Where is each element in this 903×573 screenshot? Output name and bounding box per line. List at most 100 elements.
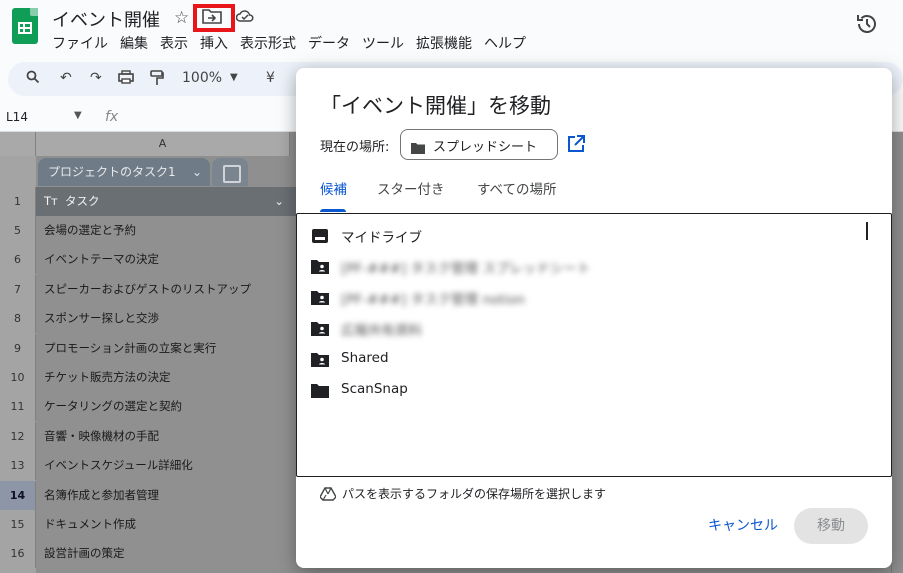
row-number[interactable]: 8 <box>0 304 36 334</box>
table-row: 9 プロモーション計画の立案と実行 <box>0 333 296 363</box>
folder-list: マイドライブ [PF-###] タスク管理 スプレッドシート [PF-###] タス… <box>296 213 892 477</box>
row-number[interactable]: 14 <box>0 480 36 510</box>
row-number[interactable]: 11 <box>0 392 36 422</box>
cancel-button[interactable]: キャンセル <box>696 508 790 544</box>
folder-icon <box>311 383 329 399</box>
row-number[interactable]: 9 <box>0 333 36 363</box>
star-icon[interactable]: ☆ <box>174 8 189 28</box>
undo-icon[interactable]: ↶ <box>60 70 72 86</box>
folder-list-item[interactable]: 広報共有資料 <box>297 313 891 344</box>
move-button[interactable]: 移動 <box>794 508 868 544</box>
table-row: 14 名簿作成と参加者管理 <box>0 480 296 510</box>
menu-edit[interactable]: 編集 <box>120 33 148 53</box>
folder-name: マイドライブ <box>341 230 422 246</box>
table-menu-caret-icon[interactable]: ⌄ <box>192 158 202 186</box>
tab-all-locations[interactable]: すべての場所 <box>477 178 557 198</box>
task-column-header[interactable]: Tт タスク ⌄ <box>36 187 296 216</box>
table-row: 11 ケータリングの選定と契約 <box>0 392 296 422</box>
table-row: 12 音響・映像機材の手配 <box>0 421 296 451</box>
table-row: 7 スピーカーおよびゲストのリストアップ <box>0 274 296 304</box>
row-number[interactable]: 6 <box>0 245 36 275</box>
menu-bar: ファイル 編集 表示 挿入 表示形式 データ ツール 拡張機能 ヘルプ <box>52 33 538 53</box>
task-cell[interactable]: ケータリングの選定と契約 <box>36 392 296 422</box>
task-cell[interactable]: プロモーション計画の立案と実行 <box>36 333 296 363</box>
table-row: 16 設営計画の策定 <box>0 539 296 569</box>
text-type-icon: Tт <box>44 194 58 208</box>
row-number[interactable]: 1 <box>0 187 36 216</box>
task-cell[interactable]: スピーカーおよびゲストのリストアップ <box>36 274 296 304</box>
menu-data[interactable]: データ <box>308 33 350 53</box>
tab-starred[interactable]: スター付き <box>377 178 445 198</box>
row-number[interactable]: 13 <box>0 451 36 481</box>
menu-insert[interactable]: 挿入 <box>200 33 228 53</box>
menu-help[interactable]: ヘルプ <box>484 33 526 53</box>
cloud-status-icon[interactable] <box>235 8 254 28</box>
sheets-header: イベント開催 ☆ ファイル 編集 表示 挿入 表示形式 データ ツール 拡張機能… <box>0 0 903 60</box>
search-menus-icon[interactable] <box>26 70 40 88</box>
folder-name: ScanSnap <box>341 381 408 397</box>
open-in-new-icon[interactable] <box>566 134 586 158</box>
list-scrollbar[interactable] <box>866 222 868 240</box>
version-history-icon[interactable] <box>855 12 879 36</box>
table-name-tab[interactable]: プロジェクトのタスク1 ⌄ <box>38 158 210 186</box>
folder-name: [PF-###] タスク管理 notion <box>341 292 526 308</box>
task-cell[interactable]: 設営計画の策定 <box>36 539 296 569</box>
folder-list-item[interactable]: Shared <box>297 344 891 375</box>
task-cell[interactable]: スポンサー探しと交渉 <box>36 304 296 334</box>
row-number[interactable]: 10 <box>0 363 36 392</box>
row-number[interactable]: 5 <box>0 216 36 245</box>
folder-list-item[interactable]: [PF-###] タスク管理 スプレッドシート <box>297 251 891 282</box>
task-cell[interactable]: ドキュメント作成 <box>36 510 296 539</box>
currency-format-button[interactable]: ¥ <box>266 70 275 86</box>
task-cell[interactable]: 会場の選定と予約 <box>36 216 296 245</box>
column-header-a[interactable]: A <box>36 132 290 156</box>
folder-list-item[interactable]: マイドライブ <box>297 220 891 251</box>
tab-suggested[interactable]: 候補 <box>320 178 347 198</box>
dialog-title: 「イベント開催」を移動 <box>320 94 551 118</box>
highlight-annotation <box>193 4 235 32</box>
menu-view[interactable]: 表示 <box>160 33 188 53</box>
active-tab-indicator <box>320 209 346 212</box>
row-number[interactable]: 15 <box>0 510 36 539</box>
menu-format[interactable]: 表示形式 <box>240 33 296 53</box>
shared-folder-icon <box>311 352 329 368</box>
zoom-caret-icon[interactable]: ▼ <box>230 72 238 83</box>
menu-file[interactable]: ファイル <box>52 33 108 53</box>
folder-name: 広報共有資料 <box>341 323 422 339</box>
folder-name: Shared <box>341 350 389 366</box>
column-menu-caret-icon[interactable]: ⌄ <box>274 187 284 215</box>
dialog-hint: パスを表示するフォルダの保存場所を選択します <box>342 487 607 501</box>
shared-folder-icon <box>311 259 329 275</box>
column-header-label: タスク <box>65 194 100 208</box>
table-header-row: 1 Tт タスク ⌄ <box>0 187 296 216</box>
name-box[interactable]: L14 <box>6 110 28 124</box>
row-number[interactable]: 12 <box>0 421 36 451</box>
task-cell[interactable]: 名簿作成と参加者管理 <box>36 480 296 510</box>
task-cell[interactable]: イベントスケジュール詳細化 <box>36 451 296 481</box>
menu-extensions[interactable]: 拡張機能 <box>416 33 472 53</box>
sheets-logo[interactable] <box>12 8 38 44</box>
folder-name: [PF-###] タスク管理 スプレッドシート <box>341 261 591 277</box>
redo-icon[interactable]: ↷ <box>90 70 102 86</box>
task-cell[interactable]: チケット販売方法の決定 <box>36 363 296 392</box>
zoom-select[interactable]: 100% <box>182 70 222 86</box>
folder-list-item[interactable]: ScanSnap <box>297 375 891 406</box>
row-number[interactable]: 16 <box>0 539 36 569</box>
document-title[interactable]: イベント開催 <box>52 6 160 32</box>
row-number[interactable]: 7 <box>0 274 36 304</box>
print-icon[interactable] <box>118 70 134 88</box>
table-row: 13 イベントスケジュール詳細化 <box>0 451 296 481</box>
menu-tools[interactable]: ツール <box>362 33 404 53</box>
name-box-caret-icon[interactable]: ▼ <box>74 110 82 121</box>
table-row: 8 スポンサー探しと交渉 <box>0 304 296 334</box>
paint-format-icon[interactable] <box>150 70 164 90</box>
task-cell[interactable]: 音響・映像機材の手配 <box>36 421 296 451</box>
table-view-icon[interactable] <box>212 158 248 186</box>
task-cell[interactable]: イベントテーマの決定 <box>36 245 296 275</box>
move-dialog: 「イベント開催」を移動 現在の場所: スプレッドシート 候補 スター付き すべて… <box>296 68 892 568</box>
folder-list-item[interactable]: [PF-###] タスク管理 notion <box>297 282 891 313</box>
select-all-corner[interactable] <box>0 132 36 156</box>
table-row: 15 ドキュメント作成 <box>0 510 296 539</box>
current-location-chip[interactable]: スプレッドシート <box>400 129 558 160</box>
folder-icon <box>411 139 425 158</box>
